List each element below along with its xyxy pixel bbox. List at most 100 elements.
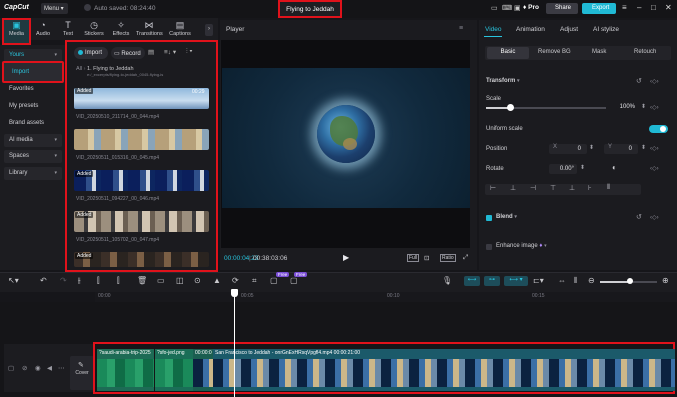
tab-video[interactable]: Video [485,26,502,33]
stepper-icon[interactable]: ⬍ [580,164,585,171]
keyframe-icon[interactable]: ‹◇› [650,214,659,221]
align-bottom-icon[interactable]: ⊦ [588,184,592,192]
grid-view-icon[interactable]: ▤ [148,48,154,56]
subtab-remove-bg[interactable]: Remove BG [538,49,571,55]
subtab-retouch[interactable]: Retouch [634,49,656,55]
select-cursor-icon[interactable]: ↖▾ [8,276,19,285]
full-quality-button[interactable]: Full [407,254,420,262]
tool-audio[interactable]: ◔ Audio [30,20,56,40]
cover-button[interactable]: ✎ Cover [70,356,94,390]
timeline-ruler[interactable] [95,292,677,302]
media-clip-thumbnail[interactable] [74,88,209,109]
tab-adjust[interactable]: Adjust [560,26,578,33]
subtab-basic[interactable]: Basic [487,47,529,59]
keyframe-icon[interactable]: ‹◇› [650,104,659,111]
media-clip-thumbnail[interactable] [74,170,209,191]
playhead-handle[interactable] [231,289,238,297]
breadcrumb-all[interactable]: All [76,66,82,72]
rotate-dial-icon[interactable]: ◐ [612,163,617,172]
player-menu-icon[interactable]: ≡ [459,25,463,32]
blend-heading[interactable]: Blend ▾ [496,214,517,220]
tool-transitions[interactable]: ⋈ Transitions [136,20,163,40]
scale-value[interactable]: 100% [612,103,638,113]
zoom-slider-handle[interactable] [627,278,633,284]
pro-badge[interactable]: ♦ Pro [523,4,539,11]
ratio-button[interactable]: Ratio [440,254,456,262]
menu-button[interactable]: Menu ▾ [41,3,68,14]
align-left-icon[interactable]: ⊢ [490,184,496,192]
fullscreen-icon[interactable]: ⤢ [463,254,468,262]
ai-edit-icon[interactable]: ▢ [270,276,278,285]
reverse-icon[interactable]: ⊙ [194,276,201,285]
media-clip-thumbnail[interactable] [74,129,209,150]
share-button[interactable]: Share [546,3,578,14]
playhead[interactable] [234,290,235,397]
split-right-icon[interactable]: ⫿ [117,276,120,286]
stepper-icon[interactable]: ⬍ [641,103,646,110]
split-view-icon[interactable]: ⫴ [574,276,577,286]
transform-heading[interactable]: Transform ▾ [486,78,520,84]
media-clip-thumbnail[interactable] [74,252,209,267]
subtab-mask[interactable]: Mask [592,49,606,55]
tool-effects[interactable]: ✧ Effects [108,20,134,40]
play-icon[interactable]: ▶ [343,253,349,262]
visibility-icon[interactable]: ◉ [35,364,41,372]
timeline-clip[interactable]: ?saudi-arabia-trip-2025 [97,349,154,391]
enhance-checkbox[interactable] [486,244,492,250]
filter-icon[interactable]: ⫶ ▾ [186,48,193,56]
timeline-clip[interactable]: San Francisco to Jeddah - onrGnExHRsqVpg… [213,349,675,391]
timeline-clip[interactable]: ?sfo-jed.png [155,349,193,391]
sidebar-item-brand-assets[interactable]: Brand assets [4,117,62,130]
sort-icon[interactable]: ≡↓ ▾ [164,48,176,56]
fit-icon[interactable]: ⇔ [558,276,566,285]
menu-lines-icon[interactable]: ≡ [622,3,627,12]
align-center-h-icon[interactable]: ⊥ [510,184,516,192]
scale-slider-handle[interactable] [507,104,514,111]
rotate-value[interactable]: 0.00° [549,164,577,174]
close-icon[interactable]: ✕ [665,3,672,12]
tool-text[interactable]: T Text [55,20,81,40]
stepper-icon[interactable]: ⬍ [641,144,646,151]
align-middle-icon[interactable]: ⊥ [569,184,575,192]
keyframe-icon[interactable]: ‹◇› [650,78,659,85]
tab-ai-stylize[interactable]: AI stylize [593,26,619,33]
zoom-in-icon[interactable]: ⊕ [662,276,669,285]
minimize-icon[interactable]: – [637,3,641,12]
keyframe-icon[interactable]: ‹◇› [650,145,659,152]
crop-icon[interactable]: ⌗ [252,276,257,286]
main-track-magnet-button[interactable]: ⟷ [464,276,480,286]
sidebar-item-favorites[interactable]: Favorites [4,83,62,96]
mask-icon[interactable]: ▲ [213,276,221,285]
enhance-heading[interactable]: Enhance image ♦ ▾ [496,243,547,249]
split-left-icon[interactable]: ⫿ [97,276,100,286]
microphone-icon[interactable]: 🎙 [442,276,452,285]
reset-icon[interactable]: ↺ [636,77,642,85]
freeze-icon[interactable]: ▭ [157,276,165,285]
media-clip-thumbnail[interactable] [74,211,209,232]
split-icon[interactable]: ⫲ [78,276,81,286]
maximize-icon[interactable]: □ [651,3,656,12]
rotate-icon[interactable]: ⟳ [232,276,239,285]
ai-effect-icon[interactable]: ▢ [290,276,298,285]
undo-icon[interactable]: ↶ [40,276,47,285]
zoom-out-icon[interactable]: ⊖ [588,276,595,285]
tab-animation[interactable]: Animation [516,26,545,33]
align-top-icon[interactable]: ⊤ [550,184,556,192]
reset-icon[interactable]: ↺ [636,213,642,221]
redo-icon[interactable]: ↷ [60,276,67,285]
focus-icon[interactable]: ⊡ [424,254,429,262]
audio-mute-icon[interactable]: ◀ [47,364,52,372]
blend-checkbox[interactable] [486,215,492,221]
timeline-clip[interactable]: 00:00:0 [193,349,213,391]
sidebar-item-my-presets[interactable]: My presets [4,100,62,113]
keyboard-icon[interactable]: ⌨ [502,4,512,12]
hide-icon[interactable]: ⊘ [22,364,27,372]
sidebar-spaces[interactable]: Spaces ▾ [4,150,62,163]
more-options-icon[interactable]: ⋯ [58,364,65,372]
tool-media[interactable]: ▣ Media [2,18,31,45]
import-button[interactable]: Import [74,47,108,59]
auto-snap-button[interactable]: ⊶ [484,276,500,286]
distribute-icon[interactable]: ⫴ [607,184,610,192]
sidebar-item-import[interactable]: Import [2,61,64,83]
linkage-button[interactable]: ⟷ ▾ [504,276,528,286]
